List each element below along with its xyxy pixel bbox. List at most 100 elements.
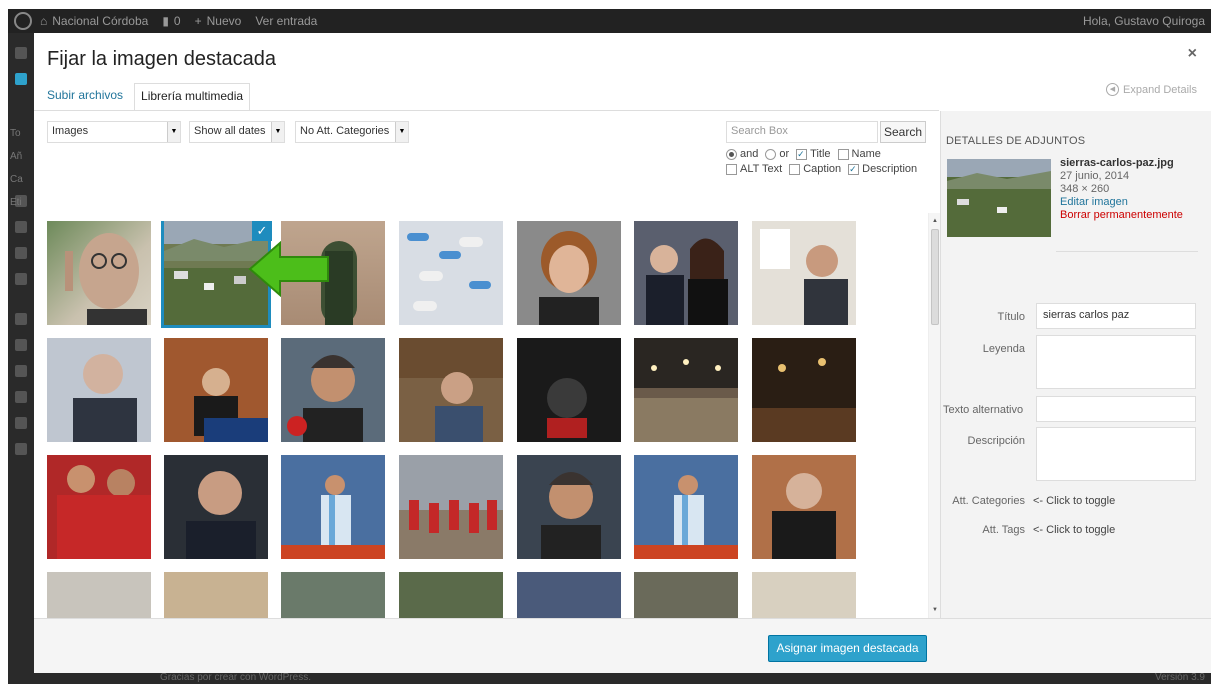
- chevron-down-icon: ▼: [167, 122, 180, 142]
- media-thumbnail[interactable]: [47, 455, 151, 559]
- scrollbar-handle[interactable]: [931, 229, 939, 325]
- search-button[interactable]: Search: [880, 121, 926, 143]
- caption-checkbox[interactable]: [789, 164, 801, 175]
- media-thumbnail[interactable]: [164, 572, 268, 618]
- media-thumbnail[interactable]: [752, 455, 856, 559]
- media-thumbnail[interactable]: [47, 572, 151, 618]
- attachment-preview: [947, 159, 1051, 237]
- search-options: and or Title Name ALT Text Caption Descr…: [726, 147, 917, 177]
- description-checkbox[interactable]: [848, 162, 860, 177]
- edit-image-link[interactable]: Editar imagen: [1060, 196, 1183, 209]
- media-thumbnail[interactable]: [399, 572, 503, 618]
- thumbnail-image: [281, 475, 385, 559]
- media-grid: ✓: [47, 221, 927, 618]
- comments-icon[interactable]: [15, 247, 27, 259]
- gear-icon[interactable]: [15, 417, 27, 429]
- tab-divider: [34, 110, 939, 111]
- home-icon: ⌂: [40, 14, 48, 28]
- chevron-down-icon: ▼: [271, 122, 284, 142]
- delete-permanently-link[interactable]: Borrar permanentemente: [1060, 209, 1183, 222]
- pin-icon[interactable]: [15, 73, 27, 85]
- media-thumbnail[interactable]: [164, 338, 268, 442]
- description-label: Descripción: [967, 435, 1025, 447]
- caption-field[interactable]: [1036, 335, 1196, 389]
- admin-bar-new[interactable]: + Nuevo: [195, 14, 242, 28]
- tab-media-library[interactable]: Librería multimedia: [134, 83, 251, 111]
- media-thumbnail[interactable]: [634, 221, 738, 325]
- tab-upload-files[interactable]: Subir archivos: [47, 83, 128, 109]
- media-thumbnail[interactable]: [281, 455, 385, 559]
- alt-text-field[interactable]: [1036, 396, 1196, 422]
- thumbnail-image: [634, 338, 738, 442]
- attachment-details-heading: DETALLES DE ADJUNTOS: [946, 135, 1086, 147]
- att-tags-toggle[interactable]: <- Click to toggle: [1033, 524, 1115, 536]
- and-radio[interactable]: [726, 149, 737, 160]
- media-thumbnail[interactable]: [517, 455, 621, 559]
- plugins-icon[interactable]: [15, 273, 27, 285]
- alt-text-checkbox[interactable]: [726, 164, 737, 175]
- plus-icon: +: [194, 14, 202, 28]
- sidebar-label: Añ: [10, 151, 23, 162]
- title-checkbox[interactable]: [796, 147, 808, 162]
- media-thumbnail[interactable]: [399, 221, 503, 325]
- chevron-left-icon: ◀: [1106, 83, 1119, 96]
- tools-icon[interactable]: [15, 365, 27, 377]
- att-tags-label: Att. Tags: [982, 524, 1025, 536]
- media-thumbnail[interactable]: [399, 338, 503, 442]
- thumbnail-image: [547, 378, 587, 438]
- footer-credit: Gracias por crear con WordPress.: [160, 672, 311, 683]
- pages-icon[interactable]: [15, 221, 27, 233]
- media-thumbnail[interactable]: [517, 221, 621, 325]
- media-thumbnail[interactable]: [517, 572, 621, 618]
- users-icon[interactable]: [15, 339, 27, 351]
- media-thumbnail[interactable]: [517, 338, 621, 442]
- appearance-icon[interactable]: [15, 313, 27, 325]
- media-thumbnail[interactable]: [281, 572, 385, 618]
- thumbnail-image: [399, 500, 503, 559]
- admin-footer: Gracias por crear con WordPress. Versión…: [34, 672, 1211, 684]
- category-filter[interactable]: No Att. Categories ▼: [295, 121, 409, 143]
- settings-icon[interactable]: [15, 391, 27, 403]
- admin-bar-site[interactable]: ⌂ Nacional Córdoba: [40, 14, 148, 28]
- media-type-filter[interactable]: Images ▼: [47, 121, 181, 143]
- thumbnail-image: [772, 473, 836, 559]
- search-input[interactable]: Search Box: [726, 121, 878, 143]
- modal-toolbar: Asignar imagen destacada: [34, 618, 1211, 673]
- admin-bar-greeting[interactable]: Hola, Gustavo Quiroga: [1083, 14, 1205, 28]
- footer-version: Versión 3.9: [1154, 672, 1205, 683]
- sidebar-label: To: [10, 128, 21, 139]
- media-thumbnail[interactable]: [634, 572, 738, 618]
- expand-details-link[interactable]: ◀ Expand Details: [1106, 83, 1197, 96]
- media-thumbnail[interactable]: [634, 455, 738, 559]
- att-categories-toggle[interactable]: <- Click to toggle: [1033, 495, 1115, 507]
- media-thumbnail[interactable]: [399, 455, 503, 559]
- sidebar-label: Ca: [10, 174, 23, 185]
- title-field[interactable]: sierras carlos paz: [1036, 303, 1196, 329]
- dashboard-icon[interactable]: [15, 47, 27, 59]
- set-featured-image-button[interactable]: Asignar imagen destacada: [768, 635, 927, 662]
- media-thumbnail[interactable]: [164, 455, 268, 559]
- caption-label: Leyenda: [982, 343, 1025, 355]
- media-thumbnail[interactable]: [752, 338, 856, 442]
- wordpress-logo-icon[interactable]: [14, 12, 32, 30]
- selected-check-icon[interactable]: ✓: [252, 221, 272, 241]
- thumbnail-image: [73, 354, 137, 442]
- thumbnail-image: [407, 233, 491, 311]
- media-thumbnail[interactable]: [47, 338, 151, 442]
- close-icon[interactable]: ×: [1188, 45, 1197, 63]
- admin-bar-view-post[interactable]: Ver entrada: [255, 14, 317, 28]
- modal-tabs: Subir archivos Librería multimedia: [47, 83, 256, 111]
- name-checkbox[interactable]: [837, 149, 849, 160]
- date-filter[interactable]: Show all dates ▼: [189, 121, 285, 143]
- thumbnail-image: [646, 238, 728, 325]
- media-thumbnail[interactable]: [47, 221, 151, 325]
- media-thumbnail[interactable]: [752, 572, 856, 618]
- or-radio[interactable]: [765, 149, 777, 160]
- description-field[interactable]: [1036, 427, 1196, 481]
- collapse-icon[interactable]: [15, 443, 27, 455]
- admin-bar-comments[interactable]: ▮ 0: [162, 14, 180, 28]
- media-thumbnail[interactable]: [752, 221, 856, 325]
- media-thumbnail[interactable]: [281, 338, 385, 442]
- media-thumbnail[interactable]: [634, 338, 738, 442]
- thumbnail-image: [65, 233, 147, 325]
